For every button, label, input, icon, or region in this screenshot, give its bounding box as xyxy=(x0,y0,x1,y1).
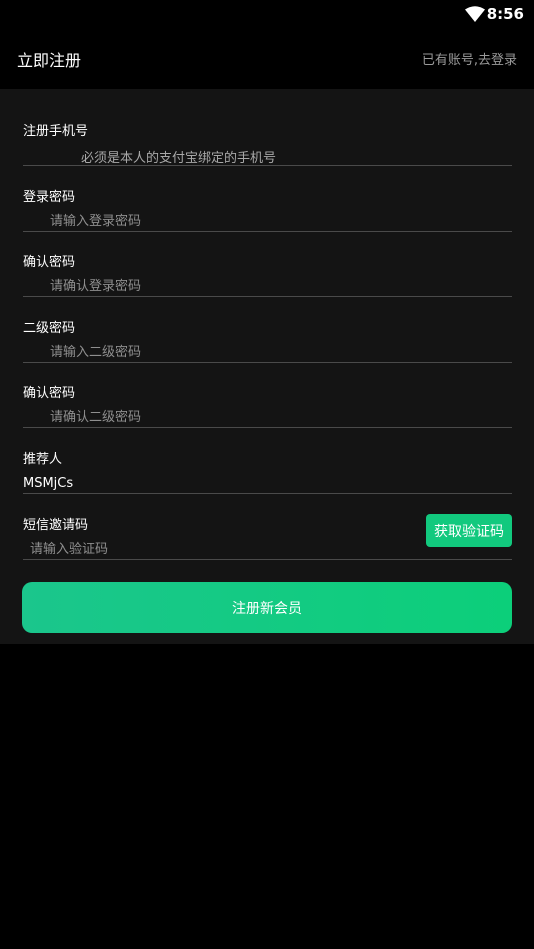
wifi-icon xyxy=(465,6,485,22)
sms-code-label: 短信邀请码 xyxy=(23,518,89,533)
get-code-button[interactable]: 获取验证码 xyxy=(426,514,512,547)
register-button[interactable]: 注册新会员 xyxy=(22,582,512,633)
login-link[interactable]: 已有账号,去登录 xyxy=(422,49,517,68)
phone-label: 注册手机号 xyxy=(23,124,89,139)
referrer-field: 推荐人 xyxy=(23,428,512,494)
referrer-label: 推荐人 xyxy=(23,452,63,467)
confirm-second-password-field: 确认密码 xyxy=(23,362,512,428)
second-password-label: 二级密码 xyxy=(23,321,76,336)
status-time: 8:56 xyxy=(486,5,524,23)
login-password-label: 登录密码 xyxy=(23,190,76,205)
status-bar: 8:56 xyxy=(0,0,534,28)
confirm-login-password-field: 确认密码 xyxy=(23,231,512,297)
confirm-second-password-input[interactable] xyxy=(50,407,490,427)
sms-code-field: 短信邀请码 获取验证码 xyxy=(23,494,512,560)
confirm-login-password-label: 确认密码 xyxy=(23,255,76,270)
second-password-field: 二级密码 xyxy=(23,297,512,363)
referrer-input[interactable] xyxy=(23,473,463,493)
register-screen: 8:56 立即注册 已有账号,去登录 注册手机号 必须是本人的支付宝绑定的手机号… xyxy=(0,0,534,949)
confirm-second-password-label: 确认密码 xyxy=(23,386,76,401)
app-header: 立即注册 已有账号,去登录 xyxy=(0,28,534,88)
page-title: 立即注册 xyxy=(17,51,82,70)
phone-field: 注册手机号 必须是本人的支付宝绑定的手机号 xyxy=(23,100,512,166)
phone-note[interactable]: 必须是本人的支付宝绑定的手机号 xyxy=(81,147,276,166)
confirm-login-password-input[interactable] xyxy=(50,276,490,296)
second-password-input[interactable] xyxy=(50,342,490,362)
login-password-field: 登录密码 xyxy=(23,166,512,232)
login-password-input[interactable] xyxy=(50,211,490,231)
register-form: 注册手机号 必须是本人的支付宝绑定的手机号 登录密码 确认密码 二级密码 确认密… xyxy=(0,89,534,644)
sms-code-input[interactable] xyxy=(30,539,410,559)
